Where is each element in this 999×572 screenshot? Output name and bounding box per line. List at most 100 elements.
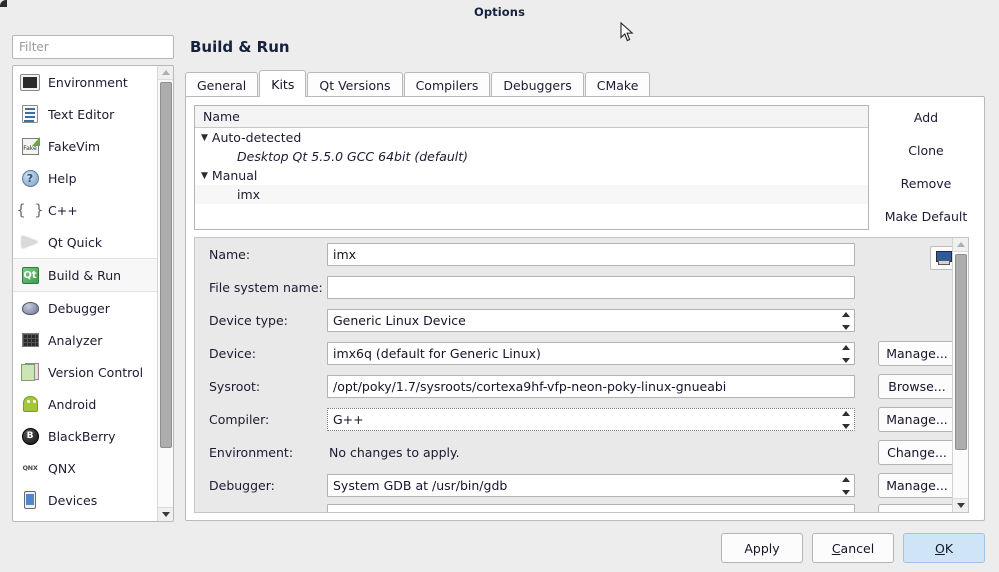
- sidebar-item-build-run[interactable]: QtBuild & Run: [13, 259, 158, 291]
- sidebar-item-qt-quick[interactable]: Qt Quick: [13, 226, 158, 258]
- sidebar-item-environment[interactable]: Environment: [13, 66, 158, 98]
- braces-icon: { }: [19, 199, 41, 221]
- sidebar-item-debugger[interactable]: Debugger: [13, 292, 158, 324]
- sidebar-item-label: QNX: [48, 461, 76, 476]
- remove-button[interactable]: Remove: [876, 171, 976, 195]
- file-system-name-input[interactable]: [327, 276, 855, 299]
- sidebar-item-qnx[interactable]: QNXQNX: [13, 452, 158, 484]
- form-row: File system name:: [195, 271, 968, 304]
- tree-row[interactable]: imx: [195, 185, 868, 204]
- android-icon: [19, 393, 41, 415]
- form-label: Environment:: [195, 445, 327, 460]
- form-scrollbar[interactable]: [952, 238, 968, 512]
- device-type-combobox[interactable]: Generic Linux Device: [327, 309, 855, 332]
- apply-button[interactable]: Apply: [721, 533, 803, 563]
- form-scroll-up-icon[interactable]: [953, 238, 969, 252]
- sidebar-scroll-down-icon[interactable]: [158, 507, 174, 521]
- sidebar-item-label: Android: [48, 397, 96, 412]
- device-manage-button[interactable]: Manage...: [878, 341, 956, 366]
- tab-label: Kits: [271, 77, 294, 92]
- tree-row[interactable]: ▼Manual: [195, 166, 868, 185]
- sidebar-item-fakevim[interactable]: FakeFakeVim: [13, 130, 158, 162]
- tree-expander-icon[interactable]: ▼: [201, 171, 208, 181]
- tab-general[interactable]: General: [185, 72, 258, 97]
- tab-compilers[interactable]: Compilers: [404, 72, 491, 97]
- form-control-cell: Generic Linux Device: [327, 309, 968, 332]
- sidebar-item-android[interactable]: Android: [13, 388, 158, 420]
- combobox-spinner-icon[interactable]: [841, 345, 850, 363]
- sidebar-item-label: Devices: [48, 493, 97, 508]
- tree-row[interactable]: ▼Auto-detected: [195, 128, 868, 147]
- tab-kits[interactable]: Kits: [259, 70, 306, 97]
- tab-debuggers[interactable]: Debuggers: [491, 72, 583, 97]
- environment-change-button[interactable]: Change...: [878, 440, 956, 465]
- category-list[interactable]: EnvironmentText EditorFakeFakeVim?Help{ …: [13, 66, 158, 521]
- add-button[interactable]: Add: [876, 105, 976, 129]
- form-row: Environment:No changes to apply.Change..…: [195, 436, 968, 469]
- clone-button[interactable]: Clone: [876, 138, 976, 162]
- sidebar-item-help[interactable]: ?Help: [13, 162, 158, 194]
- tree-row-label: imx: [237, 187, 260, 202]
- partial-side-button[interactable]: [878, 504, 956, 513]
- sidebar-item-label: Debugger: [48, 301, 110, 316]
- name-input[interactable]: [327, 243, 855, 266]
- options-dialog: Options EnvironmentText EditorFakeFakeVi…: [0, 0, 999, 572]
- qt-build-icon: Qt: [19, 264, 41, 286]
- make-default-button[interactable]: Make Default: [876, 204, 976, 228]
- combobox-spinner-icon[interactable]: [841, 411, 850, 429]
- tab-bar[interactable]: General Kits Qt Versions Compilers Debuggers…: [185, 70, 985, 97]
- sidebar-item-devices[interactable]: Devices: [13, 484, 158, 516]
- kit-action-buttons[interactable]: Add Clone Remove Make Default: [876, 105, 976, 237]
- form-scroll-thumb[interactable]: [955, 254, 967, 450]
- tab-qt-versions[interactable]: Qt Versions: [307, 72, 402, 97]
- compiler-manage-button[interactable]: Manage...: [878, 407, 956, 432]
- tree-row[interactable]: Desktop Qt 5.5.0 GCC 64bit (default): [195, 147, 868, 166]
- filter-input[interactable]: [12, 35, 174, 59]
- window-corner-decoration: [0, 0, 7, 7]
- cancel-button[interactable]: Cancel: [812, 533, 894, 563]
- partial-combobox[interactable]: [327, 504, 855, 513]
- kits-tree[interactable]: Name ▼Auto-detectedDesktop Qt 5.5.0 GCC …: [194, 105, 869, 230]
- debugger-combobox[interactable]: System GDB at /usr/bin/gdb: [327, 474, 855, 497]
- sidebar-scroll-up-icon[interactable]: [158, 66, 174, 80]
- form-control-cell: G++ Manage...: [327, 408, 968, 431]
- form-control-cell: [327, 243, 968, 266]
- combobox-spinner-icon[interactable]: [841, 477, 850, 495]
- combobox-spinner-icon[interactable]: [841, 312, 850, 330]
- category-sidebar: EnvironmentText EditorFakeFakeVim?Help{ …: [12, 65, 174, 522]
- device-combobox[interactable]: imx6q (default for Generic Linux): [327, 342, 855, 365]
- form-label: Device:: [195, 346, 327, 361]
- paper-plane-icon: [19, 231, 41, 253]
- tree-expander-icon[interactable]: ▼: [201, 133, 208, 143]
- form-row: Device: imx6q (default for Generic Linux)…: [195, 337, 968, 370]
- form-label: Debugger:: [195, 478, 327, 493]
- blackberry-icon: B: [19, 425, 41, 447]
- form-scroll-down-icon[interactable]: [953, 498, 969, 512]
- sysroot-browse-button[interactable]: Browse...: [878, 374, 956, 399]
- tab-cmake[interactable]: CMake: [585, 72, 651, 97]
- sysroot-input[interactable]: [327, 375, 855, 398]
- form-row: Device type:Generic Linux Device: [195, 304, 968, 337]
- device-icon: [19, 489, 41, 511]
- combobox-value: System GDB at /usr/bin/gdb: [333, 478, 507, 493]
- ok-button[interactable]: OK: [903, 533, 985, 563]
- sidebar-item-version-control[interactable]: Version Control: [13, 356, 158, 388]
- sidebar-item-analyzer[interactable]: Analyzer: [13, 324, 158, 356]
- tree-body[interactable]: ▼Auto-detectedDesktop Qt 5.5.0 GCC 64bit…: [195, 128, 868, 204]
- sidebar-item-blackberry[interactable]: BBlackBerry: [13, 420, 158, 452]
- sidebar-item-label: FakeVim: [48, 139, 100, 154]
- sidebar-item-c[interactable]: { }C++: [13, 194, 158, 226]
- compiler-combobox[interactable]: G++: [327, 408, 855, 431]
- sidebar-scroll-thumb[interactable]: [160, 82, 172, 448]
- tab-label: CMake: [597, 78, 639, 93]
- dialog-titlebar: Options: [0, 0, 999, 24]
- help-icon: ?: [19, 167, 41, 189]
- tab-label: Compilers: [416, 78, 479, 93]
- form-label: Name:: [195, 247, 327, 262]
- combobox-value: imx6q (default for Generic Linux): [333, 346, 541, 361]
- sidebar-scrollbar[interactable]: [157, 66, 173, 521]
- sidebar-item-text-editor[interactable]: Text Editor: [13, 98, 158, 130]
- debugger-manage-button[interactable]: Manage...: [878, 473, 956, 498]
- tab-label: Debuggers: [503, 78, 571, 93]
- sidebar-item-partial[interactable]: [13, 516, 158, 521]
